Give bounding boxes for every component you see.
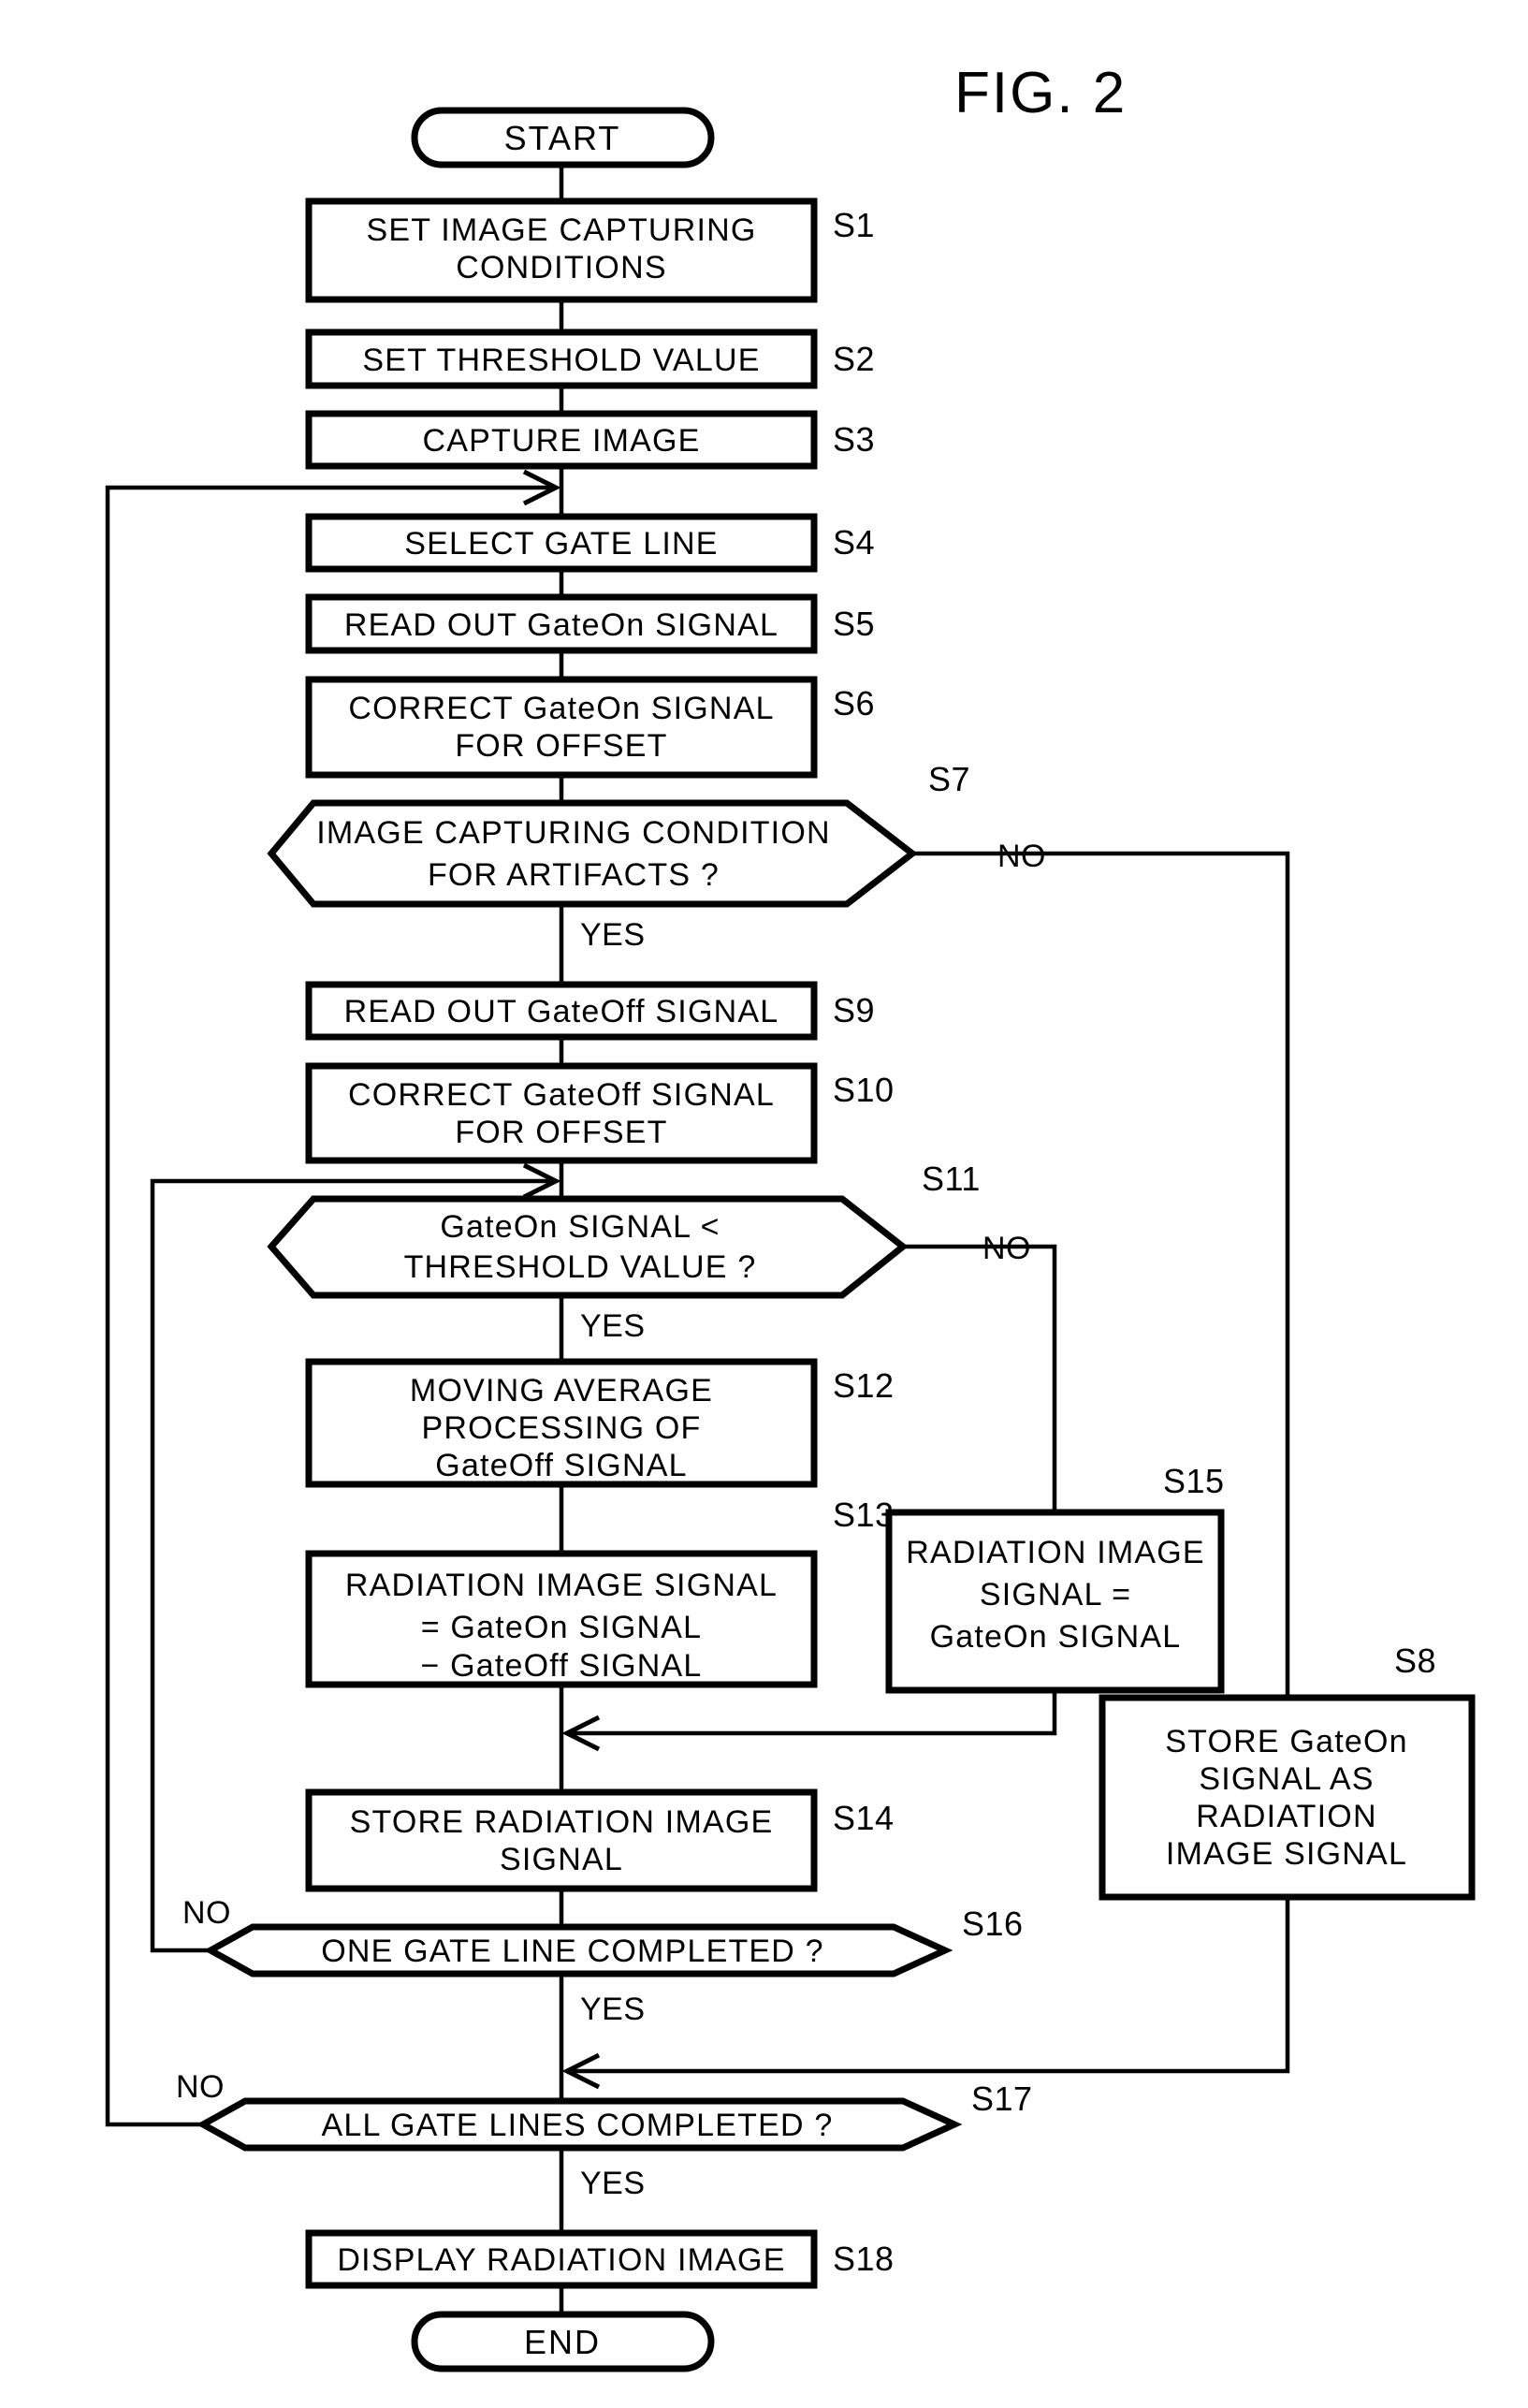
s9-step-id: S9	[833, 991, 875, 1029]
s1-label-line1: SET IMAGE CAPTURING	[366, 212, 756, 248]
step-s7: IMAGE CAPTURING CONDITION FOR ARTIFACTS …	[267, 760, 1046, 953]
s15-label-line1: RADIATION IMAGE	[906, 1535, 1205, 1570]
s11-label-line2: THRESHOLD VALUE ?	[404, 1249, 757, 1285]
s12-label-line1: MOVING AVERAGE	[410, 1373, 713, 1408]
step-s17: ALL GATE LINES COMPLETED ? S17 NO YES	[176, 2069, 1033, 2201]
s14-step-id: S14	[833, 1799, 895, 1837]
s11-branch-yes-label: YES	[580, 1308, 646, 1344]
terminal-end: END	[411, 2311, 715, 2372]
s18-step-id: S18	[833, 2240, 895, 2278]
s15-step-id: S15	[1163, 1462, 1225, 1500]
terminal-start: START	[411, 107, 715, 168]
start-label: START	[504, 119, 621, 157]
s1-label-line2: CONDITIONS	[456, 250, 666, 285]
step-s14: STORE RADIATION IMAGE SIGNAL S14	[305, 1788, 895, 1892]
step-s15: RADIATION IMAGE SIGNAL = GateOn SIGNAL S…	[885, 1462, 1225, 1694]
s14-label-line2: SIGNAL	[500, 1842, 623, 1877]
s16-branch-no-label: NO	[182, 1895, 231, 1931]
s17-branch-no-label: NO	[176, 2069, 225, 2105]
s12-label-line3: GateOff SIGNAL	[435, 1448, 687, 1483]
figure-title: FIG. 2	[954, 61, 1127, 125]
s11-label-line1: GateOn SIGNAL <	[440, 1209, 720, 1245]
s1-step-id: S1	[833, 206, 875, 244]
s7-step-id: S7	[928, 760, 970, 798]
s8-label-line4: IMAGE SIGNAL	[1166, 1836, 1407, 1872]
step-s2: SET THRESHOLD VALUE S2	[305, 328, 875, 389]
step-s13: RADIATION IMAGE SIGNAL = GateOn SIGNAL −…	[305, 1496, 895, 1688]
step-s3: CAPTURE IMAGE S3	[305, 410, 875, 470]
figure-container: FIG. 2 START SET IMAGE CAPTURING CONDITI…	[0, 0, 1528, 2408]
s7-branch-yes-label: YES	[580, 917, 646, 953]
s5-label-line1: READ OUT GateOn SIGNAL	[344, 607, 779, 643]
s17-label-line1: ALL GATE LINES COMPLETED ?	[321, 2108, 833, 2143]
s10-label-line1: CORRECT GateOff SIGNAL	[348, 1077, 775, 1113]
step-s9: READ OUT GateOff SIGNAL S9	[305, 981, 875, 1041]
step-s5: READ OUT GateOn SIGNAL S5	[305, 593, 875, 654]
s8-step-id: S8	[1394, 1642, 1436, 1680]
s2-step-id: S2	[833, 340, 875, 378]
s6-label-line2: FOR OFFSET	[455, 728, 667, 764]
s8-label-line1: STORE GateOn	[1165, 1724, 1407, 1759]
s15-label-line3: GateOn SIGNAL	[930, 1619, 1182, 1655]
flowchart-diagram: FIG. 2 START SET IMAGE CAPTURING CONDITI…	[105, 61, 1476, 2372]
step-s4: SELECT GATE LINE S4	[305, 513, 875, 573]
s11-step-id: S11	[922, 1160, 981, 1198]
s6-step-id: S6	[833, 684, 875, 722]
step-s6: CORRECT GateOn SIGNAL FOR OFFSET S6	[305, 676, 875, 779]
end-label: END	[524, 2323, 601, 2361]
s4-step-id: S4	[833, 523, 875, 562]
step-s18: DISPLAY RADIATION IMAGE S18	[305, 2229, 895, 2289]
s7-branch-no-label: NO	[997, 839, 1046, 874]
s16-label-line1: ONE GATE LINE COMPLETED ?	[321, 1934, 824, 1969]
connector-s11-no-to-s15	[903, 1244, 1057, 1512]
s7-label-line2: FOR ARTIFACTS ?	[428, 857, 720, 893]
s13-label-line1: RADIATION IMAGE SIGNAL	[345, 1568, 778, 1603]
s4-label-line1: SELECT GATE LINE	[404, 526, 718, 562]
s11-branch-no-label: NO	[982, 1231, 1031, 1266]
s18-label-line1: DISPLAY RADIATION IMAGE	[337, 2242, 785, 2278]
s16-step-id: S16	[962, 1905, 1024, 1943]
s3-step-id: S3	[833, 420, 875, 459]
s17-branch-yes-label: YES	[580, 2166, 646, 2201]
s13-label-line3: − GateOff SIGNAL	[420, 1648, 702, 1684]
s12-step-id: S12	[833, 1366, 895, 1405]
s2-label-line1: SET THRESHOLD VALUE	[362, 343, 760, 378]
s15-label-line2: SIGNAL =	[980, 1577, 1131, 1613]
s14-label-line1: STORE RADIATION IMAGE	[350, 1804, 774, 1840]
s12-label-line2: PROCESSING OF	[422, 1410, 702, 1446]
s13-step-id: S13	[833, 1496, 895, 1534]
step-s16: ONE GATE LINE COMPLETED ? S16 NO YES	[182, 1895, 1024, 2027]
s17-step-id: S17	[971, 2080, 1033, 2118]
step-s11: GateOn SIGNAL < THRESHOLD VALUE ? S11 NO…	[267, 1160, 1031, 1344]
s13-label-line2: = GateOn SIGNAL	[421, 1610, 703, 1645]
connector-s8-to-s17-merge	[573, 1897, 1290, 2074]
s5-step-id: S5	[833, 605, 875, 643]
s6-label-line1: CORRECT GateOn SIGNAL	[348, 691, 774, 726]
s8-label-line3: RADIATION	[1196, 1799, 1376, 1834]
s3-label-line1: CAPTURE IMAGE	[422, 423, 700, 459]
s8-label-line2: SIGNAL AS	[1199, 1761, 1374, 1797]
s7-label-line1: IMAGE CAPTURING CONDITION	[316, 815, 830, 851]
s10-step-id: S10	[833, 1071, 895, 1109]
s16-branch-yes-label: YES	[580, 1992, 646, 2027]
s9-label-line1: READ OUT GateOff SIGNAL	[344, 994, 779, 1029]
step-s1: SET IMAGE CAPTURING CONDITIONS S1	[305, 197, 875, 303]
step-s10: CORRECT GateOff SIGNAL FOR OFFSET S10	[305, 1062, 895, 1164]
step-s12: MOVING AVERAGE PROCESSING OF GateOff SIG…	[305, 1358, 895, 1488]
connector-s15-to-s14-merge	[573, 1690, 1057, 1736]
s10-label-line2: FOR OFFSET	[455, 1115, 667, 1150]
